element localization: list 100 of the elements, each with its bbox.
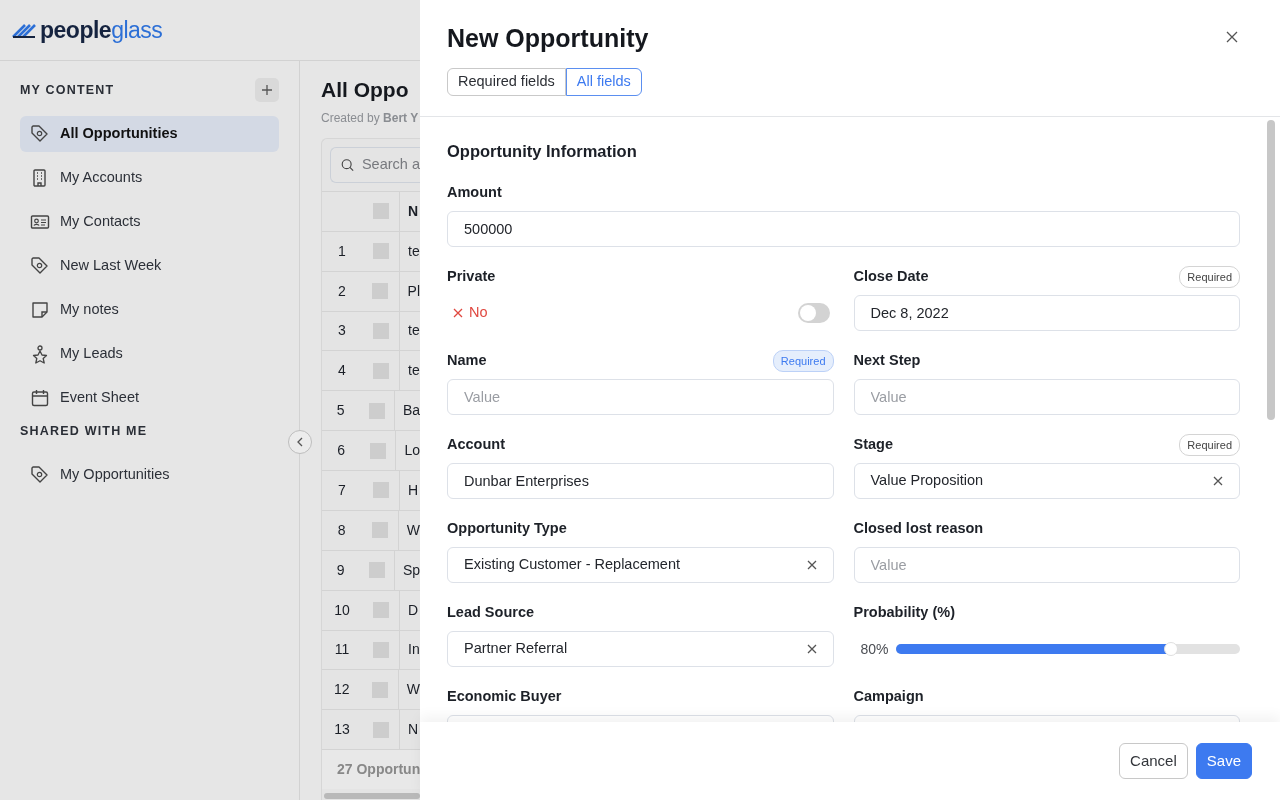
section-title: Opportunity Information <box>447 141 638 162</box>
row-number: 7 <box>337 480 347 500</box>
table-cell-text: Sp <box>401 560 420 580</box>
section-heading: SHARED WITH ME <box>20 422 148 440</box>
required-badge: Required <box>1179 433 1240 457</box>
table-cell-text: Pl <box>406 281 420 301</box>
row-number: 6 <box>336 441 346 461</box>
field-label: Closed lost reason <box>853 519 984 539</box>
field-label: Stage <box>853 435 893 455</box>
clear-button[interactable] <box>1213 476 1223 486</box>
save-button[interactable]: Save <box>1195 743 1252 779</box>
field-label: Name <box>447 351 487 371</box>
row-number: 2 <box>337 281 347 301</box>
section-heading: MY CONTENT <box>20 81 115 99</box>
input-field[interactable]: Dec 8, 2022 <box>853 295 1240 331</box>
required-badge: Required <box>1179 265 1240 289</box>
table-cell-text: D <box>407 600 419 620</box>
field-label: Economic Buyer <box>447 687 562 707</box>
clear-button[interactable] <box>806 644 817 654</box>
chevron-left-icon <box>295 436 305 448</box>
field-label: Private <box>447 267 496 287</box>
row-number: 3 <box>337 321 347 341</box>
table-cell-text: W <box>405 680 420 700</box>
row-number: 5 <box>335 401 346 421</box>
field-label: Amount <box>447 183 502 203</box>
page-subtitle: Created by Bert Y <box>321 110 420 127</box>
select-field[interactable]: Value Proposition <box>853 463 1240 499</box>
row-number: 11 <box>333 640 351 660</box>
row-number: 8 <box>336 520 347 540</box>
add-button[interactable] <box>255 78 279 102</box>
input-field[interactable]: 500000 <box>447 211 1240 247</box>
note-icon <box>30 300 50 320</box>
clear-icon <box>1213 476 1223 486</box>
slider-thumb[interactable] <box>1164 642 1179 656</box>
row-number: 9 <box>335 560 346 580</box>
field-label: Close Date <box>853 267 929 287</box>
close-icon <box>1226 31 1238 43</box>
cross-icon <box>453 308 463 318</box>
record-count: 27 Opportun <box>322 749 420 789</box>
sidebar-item[interactable]: My Contacts <box>20 204 279 240</box>
tab[interactable]: Required fields <box>447 68 566 96</box>
field-label: Lead Source <box>447 603 535 623</box>
sidebar-item[interactable]: New Last Week <box>20 248 279 284</box>
page-title: All Oppo <box>321 77 410 103</box>
field-label: Account <box>447 435 505 455</box>
sidebar-item[interactable]: My notes <box>20 292 279 328</box>
row-number: 13 <box>333 720 351 740</box>
table-cell-text: Lo <box>403 441 420 461</box>
cancel-button[interactable]: Cancel <box>1119 743 1188 779</box>
toggle-status: No <box>453 302 488 324</box>
clear-icon <box>806 560 817 570</box>
required-badge: Required <box>772 349 834 373</box>
table-cell-text: te <box>407 321 420 341</box>
row-number: 12 <box>332 680 351 700</box>
input-field[interactable]: Value <box>853 547 1240 583</box>
tab[interactable]: All fields <box>565 68 642 96</box>
sidebar-item[interactable]: My Opportunities <box>20 457 279 493</box>
column-header[interactable]: N <box>400 200 419 222</box>
table-cell-text: te <box>407 361 420 381</box>
clear-icon <box>806 644 817 654</box>
slider-value: 80% <box>860 639 889 659</box>
sidebar-item[interactable]: My Leads <box>20 336 279 372</box>
sidebar-item[interactable]: All Opportunities <box>20 116 279 152</box>
tag-icon <box>30 465 50 485</box>
plus-icon <box>261 84 273 96</box>
table-cell-text: N <box>407 720 419 740</box>
select-field[interactable]: Partner Referral <box>447 631 834 667</box>
row-number: 4 <box>337 361 347 381</box>
scrollbar[interactable] <box>1267 120 1275 420</box>
scrollbar[interactable] <box>324 793 420 799</box>
select-field[interactable]: Existing Customer - Replacement <box>447 547 834 583</box>
contact-card-icon <box>30 212 50 232</box>
slider-track[interactable] <box>895 644 1240 654</box>
input-field[interactable]: Value <box>447 379 834 415</box>
logo: peopleglass <box>12 12 163 48</box>
field-label: Next Step <box>853 351 921 371</box>
table-cell-text: In <box>407 640 420 660</box>
tag-icon <box>30 124 50 144</box>
sidebar-item[interactable]: My Accounts <box>20 160 279 196</box>
input-field[interactable]: Dunbar Enterprises <box>447 463 834 499</box>
field-label: Campaign <box>853 687 924 707</box>
table-cell-text: W <box>405 520 420 540</box>
toggle-switch[interactable] <box>797 303 830 323</box>
field-label: Opportunity Type <box>447 519 567 539</box>
table-cell-text: Ba <box>401 401 420 421</box>
search-icon <box>341 156 354 173</box>
table-cell-text: te <box>407 241 420 261</box>
calendar-icon <box>30 388 50 408</box>
collapse-button[interactable] <box>288 430 312 454</box>
clear-button[interactable] <box>806 560 817 570</box>
input-field[interactable]: Value <box>853 379 1240 415</box>
field-label: Probability (%) <box>853 603 955 623</box>
sidebar-item[interactable]: Event Sheet <box>20 380 279 416</box>
person-star-icon <box>30 344 50 364</box>
table-cell-text: H <box>407 480 419 500</box>
row-number: 10 <box>333 600 351 620</box>
tag-icon <box>30 256 50 276</box>
row-number: 1 <box>337 241 347 261</box>
close-button[interactable] <box>1224 29 1240 45</box>
drawer-title: New Opportunity <box>447 23 649 54</box>
